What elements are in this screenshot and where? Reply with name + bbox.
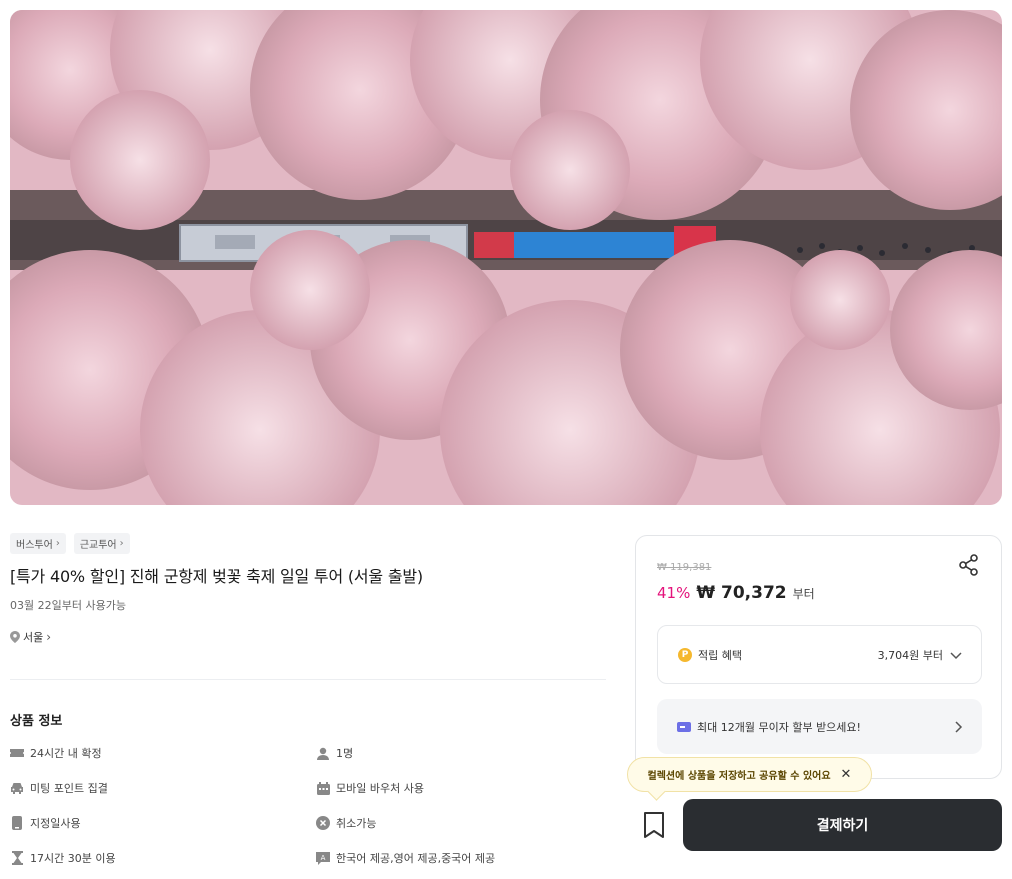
breadcrumb: 버스투어 › 근교투어 › bbox=[10, 533, 130, 554]
info-item-confirm: 24시간 내 확정 bbox=[10, 745, 102, 761]
ticket-icon bbox=[10, 746, 24, 760]
info-label: 1명 bbox=[336, 747, 354, 760]
phone-icon bbox=[10, 816, 24, 830]
info-item-duration: 17시간 30분 이용 bbox=[10, 850, 116, 866]
chevron-right-icon: › bbox=[119, 538, 124, 549]
benefit-label: 적립 혜택 bbox=[698, 648, 742, 662]
price-suffix: 부터 bbox=[792, 587, 815, 601]
svg-text:A: A bbox=[321, 854, 326, 862]
car-icon bbox=[10, 781, 24, 795]
info-label: 지정일사용 bbox=[30, 817, 81, 830]
breadcrumb-suburb-tour[interactable]: 근교투어 › bbox=[73, 533, 130, 554]
info-label: 취소가능 bbox=[336, 817, 377, 830]
tooltip-text: 컬렉션에 상품을 저장하고 공유할 수 있어요 bbox=[647, 771, 831, 782]
point-coin-icon: P bbox=[678, 647, 692, 662]
price-row: 41% ₩ 70,372 부터 bbox=[657, 583, 815, 603]
location-label: 서울 bbox=[23, 631, 44, 644]
location-pin-icon bbox=[10, 631, 20, 643]
share-button[interactable] bbox=[957, 553, 981, 577]
breadcrumb-bus-tour[interactable]: 버스투어 › bbox=[10, 533, 66, 554]
credit-card-icon bbox=[677, 721, 691, 732]
original-price: ₩ 119,381 bbox=[657, 562, 712, 573]
chevron-down-icon bbox=[950, 651, 962, 659]
cherry-blossom-photo bbox=[10, 10, 1002, 505]
calendar-icon bbox=[316, 781, 330, 795]
section-divider bbox=[10, 679, 606, 680]
product-title: [특가 40% 할인] 진해 군항제 벚꽃 축제 일일 투어 (서울 출발) bbox=[10, 567, 423, 586]
product-info-title: 상품 정보 bbox=[10, 714, 63, 729]
hourglass-icon bbox=[10, 851, 24, 865]
chevron-right-icon: › bbox=[55, 538, 60, 549]
reward-benefit-row[interactable]: P 적립 혜택 3,704원 부터 bbox=[657, 625, 982, 684]
info-item-people: 1명 bbox=[316, 745, 353, 761]
info-label: 24시간 내 확정 bbox=[30, 747, 102, 760]
benefit-left: P 적립 혜택 bbox=[678, 647, 742, 663]
info-item-voucher: 모바일 바우처 사용 bbox=[316, 780, 424, 796]
installment-label: 최대 12개월 무이자 할부 받으세요! bbox=[697, 720, 861, 734]
info-label: 모바일 바우처 사용 bbox=[336, 782, 424, 795]
hero-image bbox=[10, 10, 1002, 505]
location-link[interactable]: 서울 › bbox=[10, 629, 51, 645]
discount-rate: 41% bbox=[657, 584, 691, 602]
share-icon bbox=[959, 554, 978, 576]
pay-button[interactable]: 결제하기 bbox=[683, 799, 1002, 851]
breadcrumb-label: 버스투어 bbox=[16, 540, 53, 551]
person-icon bbox=[316, 746, 330, 760]
info-item-meeting: 미팅 포인트 집결 bbox=[10, 780, 108, 796]
chevron-right-icon bbox=[955, 720, 963, 733]
current-price: ₩ 70,372 bbox=[696, 583, 787, 603]
info-label: 한국어 제공,영어 제공,중국어 제공 bbox=[336, 852, 496, 865]
close-icon[interactable]: ✕ bbox=[841, 767, 852, 782]
benefit-value: 3,704원 부터 bbox=[877, 648, 943, 662]
benefit-right: 3,704원 부터 bbox=[878, 647, 963, 663]
info-item-date: 지정일사용 bbox=[10, 815, 81, 831]
installment-left: 최대 12개월 무이자 할부 받으세요! bbox=[677, 719, 861, 735]
price-card: ₩ 119,381 41% ₩ 70,372 부터 P 적립 혜택 3,704원… bbox=[635, 535, 1002, 779]
info-label: 17시간 30분 이용 bbox=[30, 852, 116, 865]
bookmark-button[interactable] bbox=[640, 810, 668, 840]
info-label: 미팅 포인트 집결 bbox=[30, 782, 108, 795]
bookmark-icon bbox=[644, 812, 664, 838]
collection-tooltip: 컬렉션에 상품을 저장하고 공유할 수 있어요 ✕ bbox=[627, 757, 872, 792]
installment-banner[interactable]: 최대 12개월 무이자 할부 받으세요! bbox=[657, 699, 982, 754]
breadcrumb-label: 근교투어 bbox=[79, 540, 117, 551]
info-item-cancel: 취소가능 bbox=[316, 815, 376, 831]
language-icon: A bbox=[316, 851, 330, 865]
availability-text: 03월 22일부터 사용가능 bbox=[10, 599, 126, 612]
cancel-icon bbox=[316, 816, 330, 830]
chevron-right-icon: › bbox=[46, 630, 52, 644]
info-item-language: A 한국어 제공,영어 제공,중국어 제공 bbox=[316, 850, 495, 866]
